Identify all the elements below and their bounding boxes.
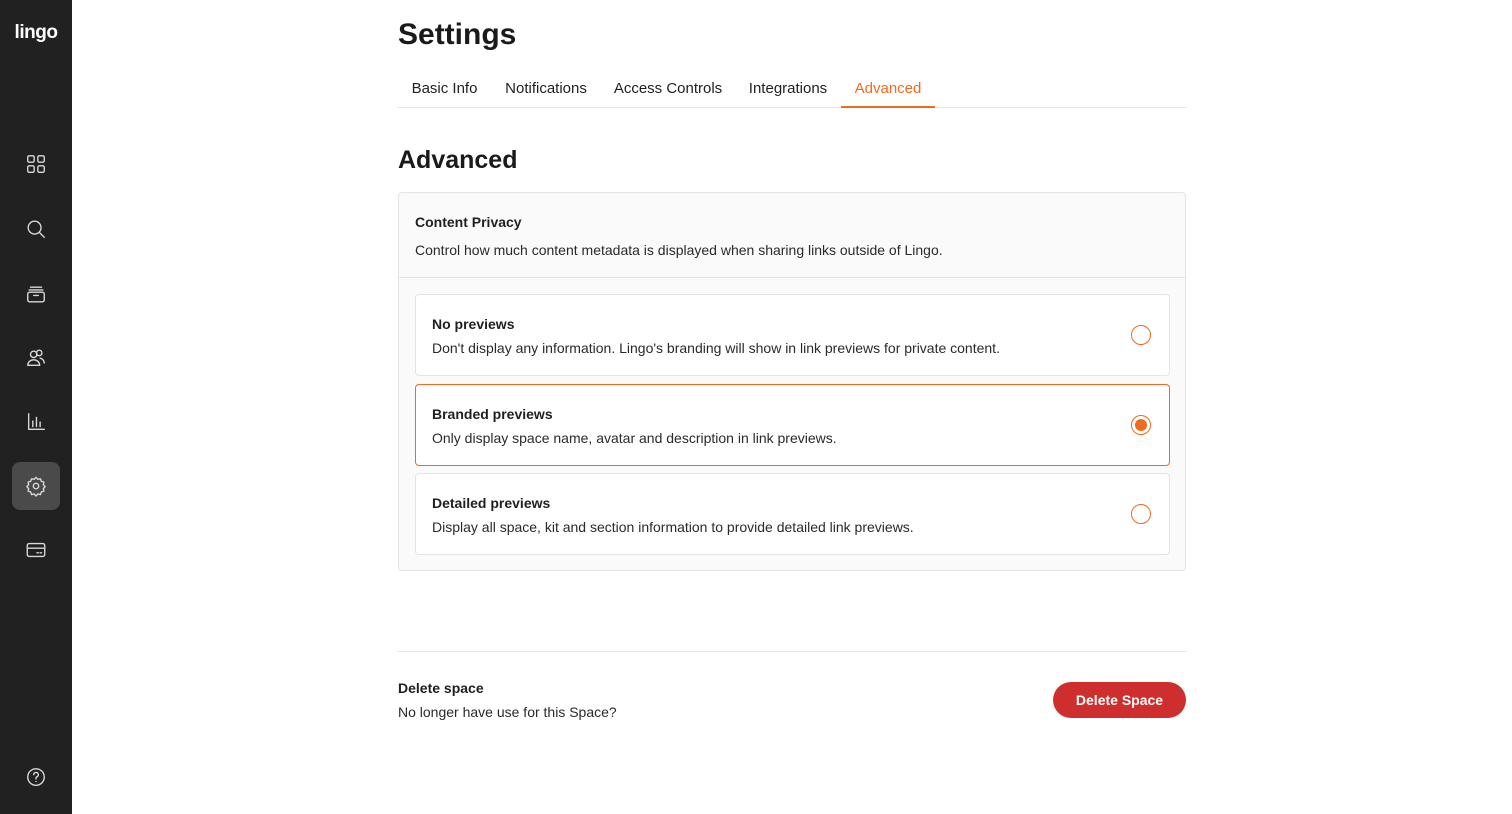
- grid-icon: [27, 155, 45, 173]
- sidebar-item-settings[interactable]: [12, 462, 60, 510]
- option-title: No previews: [432, 316, 515, 332]
- radio-no-previews[interactable]: [1131, 325, 1151, 345]
- content-privacy-title: Content Privacy: [415, 214, 522, 230]
- settings-tabs: Basic Info Notifications Access Controls…: [398, 76, 1186, 108]
- lingo-logo[interactable]: lingo: [0, 22, 72, 44]
- sidebar: lingo: [0, 0, 72, 814]
- sidebar-item-dashboard[interactable]: [12, 140, 60, 188]
- option-title: Detailed previews: [432, 495, 551, 511]
- divider: [398, 651, 1186, 652]
- content-privacy-card: Content Privacy Control how much content…: [398, 192, 1186, 571]
- tab-integrations[interactable]: Integrations: [735, 76, 841, 108]
- sidebar-item-billing[interactable]: [12, 526, 60, 574]
- radio-branded-previews[interactable]: [1131, 415, 1151, 435]
- option-detailed-previews[interactable]: Detailed previews Display all space, kit…: [415, 473, 1170, 555]
- radio-detailed-previews[interactable]: [1131, 504, 1151, 524]
- tab-notifications[interactable]: Notifications: [491, 76, 601, 108]
- tab-basic-info[interactable]: Basic Info: [398, 76, 491, 108]
- sidebar-item-members[interactable]: [12, 334, 60, 382]
- page-title: Settings: [398, 18, 517, 51]
- users-icon: [27, 349, 45, 367]
- sidebar-item-library[interactable]: [12, 270, 60, 318]
- billing-card-icon: [26, 542, 46, 558]
- gear-icon: [26, 476, 46, 497]
- sidebar-item-help[interactable]: [12, 753, 60, 801]
- sidebar-item-search[interactable]: [12, 205, 60, 253]
- option-description: Display all space, kit and section infor…: [432, 519, 914, 535]
- option-description: Only display space name, avatar and desc…: [432, 430, 837, 446]
- delete-space-button[interactable]: Delete Space: [1053, 682, 1186, 718]
- sidebar-item-insights[interactable]: [12, 398, 60, 446]
- delete-space-title: Delete space: [398, 680, 484, 696]
- section-title: Advanced: [398, 146, 518, 174]
- tab-advanced[interactable]: Advanced: [841, 76, 935, 108]
- tab-access-controls[interactable]: Access Controls: [601, 76, 735, 108]
- option-description: Don't display any information. Lingo's b…: [432, 340, 1000, 356]
- archive-icon: [27, 286, 45, 303]
- delete-space-description: No longer have use for this Space?: [398, 704, 617, 720]
- chart-icon: [27, 413, 45, 431]
- option-branded-previews[interactable]: Branded previews Only display space name…: [415, 384, 1170, 466]
- content-privacy-header: Content Privacy Control how much content…: [399, 193, 1185, 278]
- help-circle-icon: [27, 768, 45, 786]
- option-title: Branded previews: [432, 406, 553, 422]
- search-icon: [27, 220, 45, 238]
- content-privacy-description: Control how much content metadata is dis…: [415, 242, 943, 258]
- option-no-previews[interactable]: No previews Don't display any informatio…: [415, 294, 1170, 376]
